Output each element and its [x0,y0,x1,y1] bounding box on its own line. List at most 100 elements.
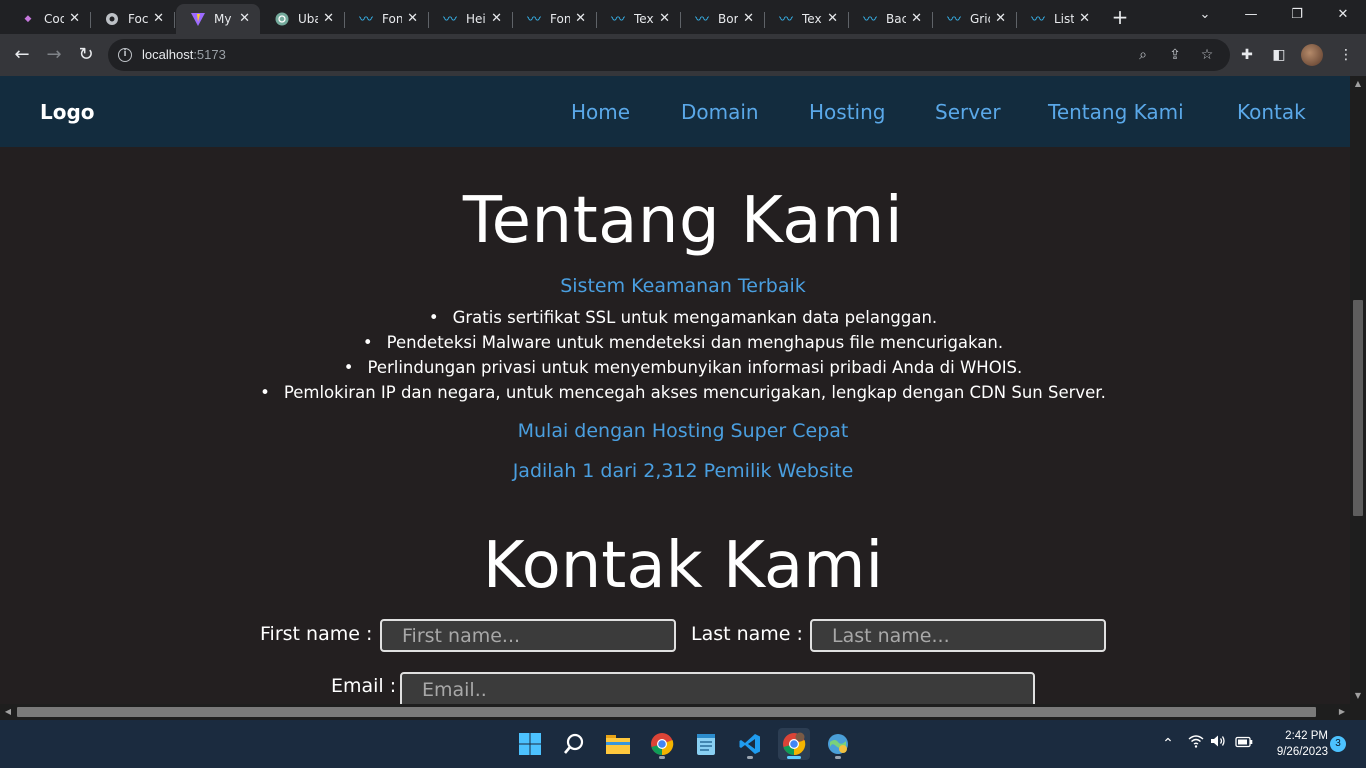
tab-title: Grid [970,12,990,26]
tab-title: Bor [718,12,738,26]
close-tab-icon[interactable]: ✕ [407,11,418,26]
tab-title: Text [634,12,654,26]
feature-item: • Perlindungan privasi untuk menyembunyik… [343,358,1023,377]
about-title: Tentang Kami [462,184,904,258]
browser-tab[interactable]: ◆ Cod ✕ [6,4,91,34]
url-text[interactable]: localhost:5173 [142,47,226,62]
browser-tab[interactable]: 〰 List ✕ [1016,4,1100,34]
notification-badge[interactable]: 3 [1330,736,1346,752]
page-viewport: Logo Home Domain Hosting Server Tentang … [0,76,1350,704]
browser-tab[interactable]: Uba ✕ [260,4,345,34]
close-tab-icon[interactable]: ✕ [575,11,586,26]
close-tab-icon[interactable]: ✕ [323,11,334,26]
first-name-label: First name : [260,623,373,645]
profile-avatar[interactable] [1301,44,1323,66]
chevron-up-icon[interactable]: ⌃ [1158,734,1178,754]
address-bar[interactable]: i localhost:5173 ⌕ ⇪ ☆ [108,39,1230,71]
tab-search-chevron-icon[interactable]: ⌄ [1182,0,1228,30]
horizontal-scroll-thumb[interactable] [17,707,1316,717]
vertical-scrollbar[interactable]: ▲ ▼ [1350,76,1366,704]
vscode-icon[interactable] [734,728,766,760]
nav-link-tentang-kami[interactable]: Tentang Kami [1048,100,1184,124]
globe-icon [104,11,120,27]
browser-tab[interactable]: 〰 Fon ✕ [512,4,597,34]
close-tab-icon[interactable]: ✕ [995,11,1006,26]
tab-title: Fon [550,12,570,26]
cta-website-owners: Jadilah 1 dari 2,312 Pemilik Website [512,460,854,482]
close-window-button[interactable]: ✕ [1320,0,1366,30]
nav-link-domain[interactable]: Domain [681,100,759,124]
tailwind-icon: 〰 [527,12,541,28]
last-name-label: Last name : [691,623,803,645]
side-panel-icon[interactable]: ◧ [1269,45,1289,65]
share-icon[interactable]: ⇪ [1166,46,1184,64]
browser-app-icon[interactable] [822,728,854,760]
wifi-icon[interactable] [1186,734,1206,754]
search-icon[interactable] [558,728,590,760]
tab-title: Hei [466,12,486,26]
system-clock[interactable]: 2:42 PM 9/26/2023 [1262,728,1328,760]
tailwind-icon: 〰 [1031,12,1045,28]
browser-tab[interactable]: 〰 Fon ✕ [344,4,429,34]
nav-link-hosting[interactable]: Hosting [809,100,885,124]
windows-start-icon[interactable] [514,728,546,760]
scroll-right-arrow-icon[interactable]: ▶ [1334,704,1350,720]
close-tab-icon[interactable]: ✕ [1079,11,1090,26]
browser-tab[interactable]: Foc ✕ [90,4,175,34]
site-logo[interactable]: Logo [40,100,95,124]
chrome-profile-icon[interactable] [778,728,810,760]
tailwind-icon: 〰 [443,12,457,28]
nav-link-kontak[interactable]: Kontak [1237,100,1306,124]
site-navbar: Logo Home Domain Hosting Server Tentang … [0,76,1350,147]
last-name-input[interactable] [810,619,1106,652]
clock-date: 9/26/2023 [1276,746,1328,758]
volume-icon[interactable] [1208,734,1228,754]
new-tab-button[interactable]: + [1108,5,1132,29]
browser-tab[interactable]: 〰 Grid ✕ [932,4,1017,34]
close-tab-icon[interactable]: ✕ [69,11,80,26]
close-tab-icon[interactable]: ✕ [827,11,838,26]
browser-tab[interactable]: 〰 Text ✕ [596,4,681,34]
horizontal-scrollbar[interactable]: ◀ ▶ [0,704,1350,720]
site-info-icon[interactable]: i [118,48,132,62]
restore-button[interactable]: ❐ [1274,0,1320,30]
first-name-input[interactable] [380,619,676,652]
windows-taskbar: ⌃ 2:42 PM 9/26/2023 3 [0,720,1366,768]
about-subtitle: Sistem Keamanan Terbaik [560,275,806,297]
close-tab-icon[interactable]: ✕ [743,11,754,26]
scroll-left-arrow-icon[interactable]: ◀ [0,704,16,720]
bookmark-star-icon[interactable]: ☆ [1198,46,1216,64]
feature-item: • Pemlokiran IP dan negara, untuk mencega… [260,383,1106,402]
browser-tab-strip: ◆ Cod ✕ Foc ✕ My ✕ Uba ✕ 〰 Fon ✕ 〰 Hei ✕… [0,0,1366,34]
chrome-icon[interactable] [646,728,678,760]
tab-title: List [1054,12,1074,26]
nav-link-home[interactable]: Home [571,100,630,124]
extensions-puzzle-icon[interactable]: ✚ [1237,45,1257,65]
close-tab-icon[interactable]: ✕ [659,11,670,26]
file-explorer-icon[interactable] [602,728,634,760]
browser-tab[interactable]: 〰 Bac ✕ [848,4,933,34]
zoom-icon[interactable]: ⌕ [1134,46,1152,64]
scroll-down-arrow-icon[interactable]: ▼ [1350,688,1366,704]
nav-link-server[interactable]: Server [935,100,1001,124]
browser-tab[interactable]: 〰 Bor ✕ [680,4,765,34]
feature-item: • Pendeteksi Malware untuk mendeteksi dan… [362,333,1004,352]
browser-tab[interactable]: 〰 Text ✕ [764,4,849,34]
close-tab-icon[interactable]: ✕ [911,11,922,26]
email-input[interactable] [400,672,1035,704]
minimize-button[interactable]: — [1228,0,1274,30]
battery-icon[interactable] [1234,734,1254,754]
back-arrow-icon[interactable]: ← [9,42,35,68]
forward-arrow-icon[interactable]: → [41,42,67,68]
scroll-up-arrow-icon[interactable]: ▲ [1350,76,1366,92]
notepad-icon[interactable] [690,728,722,760]
vertical-scroll-thumb[interactable] [1353,300,1363,516]
menu-kebab-icon[interactable]: ⋮ [1336,45,1356,65]
reload-icon[interactable]: ↻ [73,42,99,68]
browser-tab[interactable]: 〰 Hei ✕ [428,4,513,34]
close-tab-icon[interactable]: ✕ [239,11,250,26]
close-tab-icon[interactable]: ✕ [491,11,502,26]
close-tab-icon[interactable]: ✕ [153,11,164,26]
browser-tab-active[interactable]: My ✕ [176,4,260,34]
tab-title: My [214,12,232,26]
